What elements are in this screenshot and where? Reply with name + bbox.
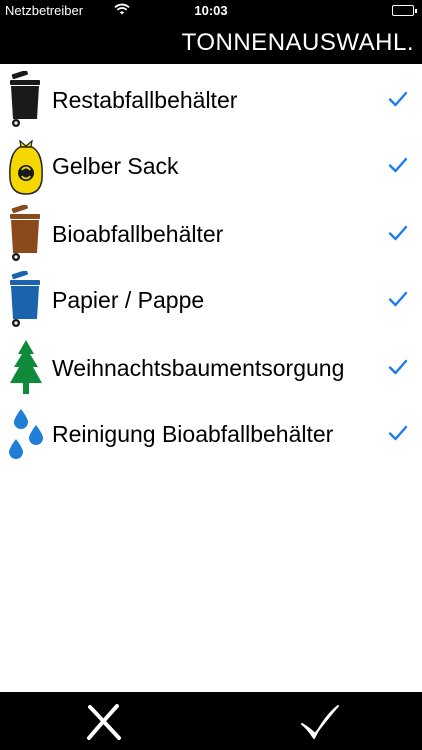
- bin-label: Weihnachtsbaumentsorgung: [52, 355, 345, 381]
- checkmark-icon: [388, 359, 408, 375]
- bin-item-reinigung[interactable]: Reinigung Bioabfallbehälter: [0, 402, 422, 468]
- status-bar: Netzbetreiber 10:03: [0, 0, 422, 20]
- bin-label: Papier / Pappe: [52, 287, 205, 313]
- bin-label: Restabfallbehälter: [52, 87, 238, 113]
- checkmark-icon: [388, 425, 408, 441]
- status-time: 10:03: [194, 3, 228, 18]
- yellow-bag-icon: [9, 139, 43, 195]
- checkmark-icon: [388, 225, 408, 241]
- water-drops-icon: [9, 409, 43, 459]
- blue-bin-icon: [10, 271, 40, 327]
- battery-icon: [392, 5, 417, 16]
- black-bin-icon: [10, 71, 40, 127]
- brown-bin-icon: [10, 205, 40, 261]
- bin-item-bioabfall[interactable]: Bioabfallbehälter: [0, 202, 422, 268]
- christmas-tree-icon: [10, 340, 42, 394]
- checkmark-icon: [388, 291, 408, 307]
- nav-bar: TONNENAUSWAHL.: [0, 20, 422, 64]
- bin-item-gelber-sack[interactable]: Gelber Sack: [0, 134, 422, 200]
- confirm-button[interactable]: [298, 700, 342, 744]
- bin-item-weihnachtsbaum[interactable]: Weihnachtsbaumentsorgung: [0, 336, 422, 402]
- page-title: TONNENAUSWAHL.: [181, 29, 414, 56]
- bottom-toolbar: [0, 692, 422, 750]
- bin-label: Bioabfallbehälter: [52, 221, 224, 247]
- checkmark-icon: [388, 157, 408, 173]
- bin-list: Restabfallbehälter Gelber Sack Bioabfall…: [0, 64, 422, 692]
- cancel-button[interactable]: [82, 700, 126, 744]
- bin-item-papier[interactable]: Papier / Pappe: [0, 268, 422, 334]
- bin-label: Gelber Sack: [52, 153, 179, 179]
- bin-label: Reinigung Bioabfallbehälter: [52, 421, 334, 447]
- bin-item-restabfall[interactable]: Restabfallbehälter: [0, 68, 422, 134]
- checkmark-icon: [388, 91, 408, 107]
